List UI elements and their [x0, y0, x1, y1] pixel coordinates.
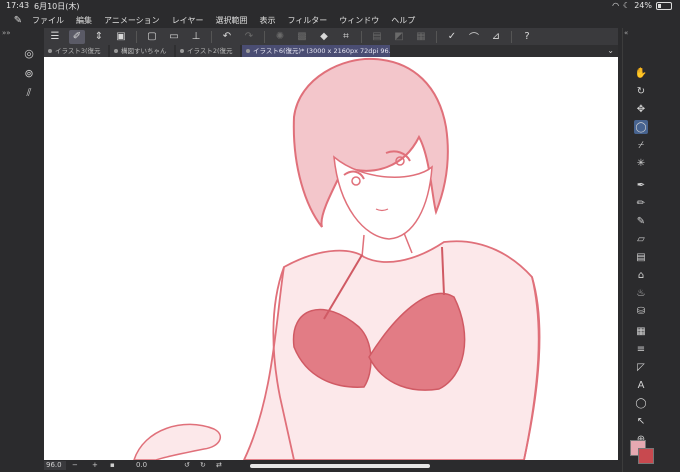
save-icon[interactable]: ⊥	[188, 30, 204, 44]
invert-icon[interactable]: ◩	[391, 30, 407, 44]
artwork	[133, 57, 541, 460]
eyedropper-icon[interactable]: ⌿	[634, 138, 648, 152]
battery-level	[658, 3, 661, 8]
menu-help[interactable]: ヘルプ	[391, 15, 415, 26]
expand-panel-icon[interactable]: »»	[2, 29, 11, 37]
wifi-icon: ◠	[612, 1, 620, 10]
fill-icon[interactable]: ▩	[294, 30, 310, 44]
brush-icon[interactable]: ✐	[69, 29, 85, 44]
tool-panel: « ✋ ↻ ✥ ◯ ⌿ ✳ ✒ ✏ ✎ ▱ ▤ ⌂ ♨ ⛁ ▦ ≡ ◸ A ◯ …	[622, 28, 680, 472]
correct-line-icon[interactable]: ✓	[444, 30, 460, 44]
tab-illust6[interactable]: イラスト6(復元)* (3000 x 2160px 72dpi 96.0%)	[242, 45, 390, 57]
undo-icon[interactable]: ↶	[219, 30, 235, 44]
divider	[361, 30, 362, 43]
crop-icon[interactable]: ⌗	[338, 30, 354, 44]
menu-bar: ✎ ファイル 編集 アニメーション レイヤー 選択範囲 表示 フィルター ウィン…	[0, 12, 680, 28]
tab-illust2[interactable]: イラスト2(復元	[176, 45, 240, 57]
eraser-icon[interactable]: ▱	[634, 232, 648, 246]
figure-tool-icon[interactable]: ◸	[634, 360, 648, 374]
status-icons: ◠ ☾ 24%	[612, 1, 672, 10]
lasso-options-icon[interactable]: ◎	[22, 46, 36, 60]
stepper-icon[interactable]: ⇕	[91, 30, 107, 44]
blend-icon[interactable]: ♨	[634, 286, 648, 300]
tab-dot-icon	[48, 49, 52, 53]
zoom-in-icon[interactable]: +	[92, 461, 98, 470]
drawing-canvas[interactable]	[44, 57, 618, 460]
status-bar: 17:43 6月10日(木) ◠ ☾ 24%	[0, 0, 680, 12]
home-indicator[interactable]	[250, 464, 430, 468]
command-bar: ☰ ✐ ⇕ ▣ ▢ ▭ ⊥ ↶ ↷ ✺ ▩ ◆ ⌗ ▤ ◩ ▦ ✓ ⌒ ⊿ ?	[44, 28, 618, 45]
ruler-tool-icon[interactable]: ≡	[634, 342, 648, 356]
zoom-field[interactable]: 96.0	[44, 461, 66, 470]
divider	[511, 30, 512, 43]
marker-icon[interactable]: ✎	[634, 214, 648, 228]
rotate-icon[interactable]: ↻	[634, 84, 648, 98]
menu-window[interactable]: ウィンドウ	[339, 15, 379, 26]
menu-icon[interactable]: ☰	[47, 30, 63, 44]
tab-sketch[interactable]: 構図すいちゃん	[110, 45, 174, 57]
text-icon[interactable]: A	[634, 378, 648, 392]
tab-dot-icon	[180, 49, 184, 53]
open-folder-icon[interactable]: ▭	[166, 30, 182, 44]
new-file-icon[interactable]: ▢	[144, 30, 160, 44]
divider	[264, 30, 265, 43]
lasso-add-icon[interactable]: ⊚	[22, 66, 36, 80]
tab-dot-icon	[114, 49, 118, 53]
clear-icon[interactable]: ✺	[272, 30, 288, 44]
left-panel: »» ◎ ⊚ ⫽	[0, 28, 44, 460]
panel-divider	[622, 28, 631, 472]
transform-icon[interactable]: ◆	[316, 30, 332, 44]
fit-icon[interactable]: ▪	[110, 461, 115, 470]
divider	[211, 30, 212, 43]
clock: 17:43	[6, 1, 30, 10]
menu-edit[interactable]: 編集	[76, 15, 92, 26]
fill-bucket-icon[interactable]: ⛁	[634, 304, 648, 318]
tab-dot-icon	[246, 49, 250, 53]
select-icon[interactable]: ↖	[634, 414, 648, 428]
battery-icon	[656, 1, 672, 10]
magic-wand-icon[interactable]: ✳	[634, 156, 648, 170]
divider	[136, 30, 137, 43]
pencil-icon[interactable]: ✏	[634, 196, 648, 210]
sub-color-swatch[interactable]	[638, 448, 654, 464]
hand-icon[interactable]: ✋	[634, 66, 648, 80]
flip-icon[interactable]: ⇄	[216, 461, 222, 470]
menu-filter[interactable]: フィルター	[287, 15, 327, 26]
deselect-icon[interactable]: ▤	[369, 30, 385, 44]
divider	[436, 30, 437, 43]
date: 6月10日(木)	[34, 2, 80, 11]
gradient-icon[interactable]: ▦	[634, 324, 648, 338]
app-logo-icon[interactable]: ✎	[8, 13, 28, 27]
pen-icon[interactable]: ✒	[634, 178, 648, 192]
collapse-panel-icon[interactable]: «	[624, 29, 628, 37]
lasso-icon[interactable]: ◯	[634, 120, 648, 134]
frame-icon[interactable]: ▤	[634, 250, 648, 264]
layer-icon[interactable]: ▣	[113, 30, 129, 44]
moon-icon: ☾	[623, 1, 631, 10]
menu-selection[interactable]: 選択範囲	[215, 15, 247, 26]
redo-icon[interactable]: ↷	[241, 30, 257, 44]
menu-layer[interactable]: レイヤー	[172, 15, 204, 26]
chevron-down-icon[interactable]: ⌄	[607, 45, 614, 57]
smooth-icon[interactable]: ⌒	[466, 30, 482, 44]
menu-animation[interactable]: アニメーション	[104, 15, 160, 26]
help-icon[interactable]: ?	[519, 30, 535, 44]
tab-illust3[interactable]: イラスト3(復元	[44, 45, 108, 57]
move-icon[interactable]: ✥	[634, 102, 648, 116]
rotate-left-icon[interactable]: ↺	[184, 461, 190, 470]
document-tabs: イラスト3(復元 構図すいちゃん イラスト2(復元 イラスト6(復元)* (30…	[44, 45, 618, 57]
fill-selection-icon[interactable]: ▦	[413, 30, 429, 44]
angle-field[interactable]: 0.0	[136, 461, 147, 470]
balloon-icon[interactable]: ◯	[634, 396, 648, 410]
navigator-bar: 96.0 − + ▪ 0.0 ↺ ↻ ⇄	[0, 460, 622, 472]
zoom-out-icon[interactable]: −	[72, 461, 78, 470]
battery-percent: 24%	[634, 1, 652, 10]
figure-icon[interactable]: ⌂	[634, 268, 648, 282]
menu-view[interactable]: 表示	[259, 15, 275, 26]
brush-settings-icon[interactable]: ⫽	[22, 86, 36, 100]
hand	[133, 423, 222, 460]
ruler-icon[interactable]: ⊿	[488, 30, 504, 44]
menu-file[interactable]: ファイル	[32, 15, 64, 26]
rotate-right-icon[interactable]: ↻	[200, 461, 206, 470]
